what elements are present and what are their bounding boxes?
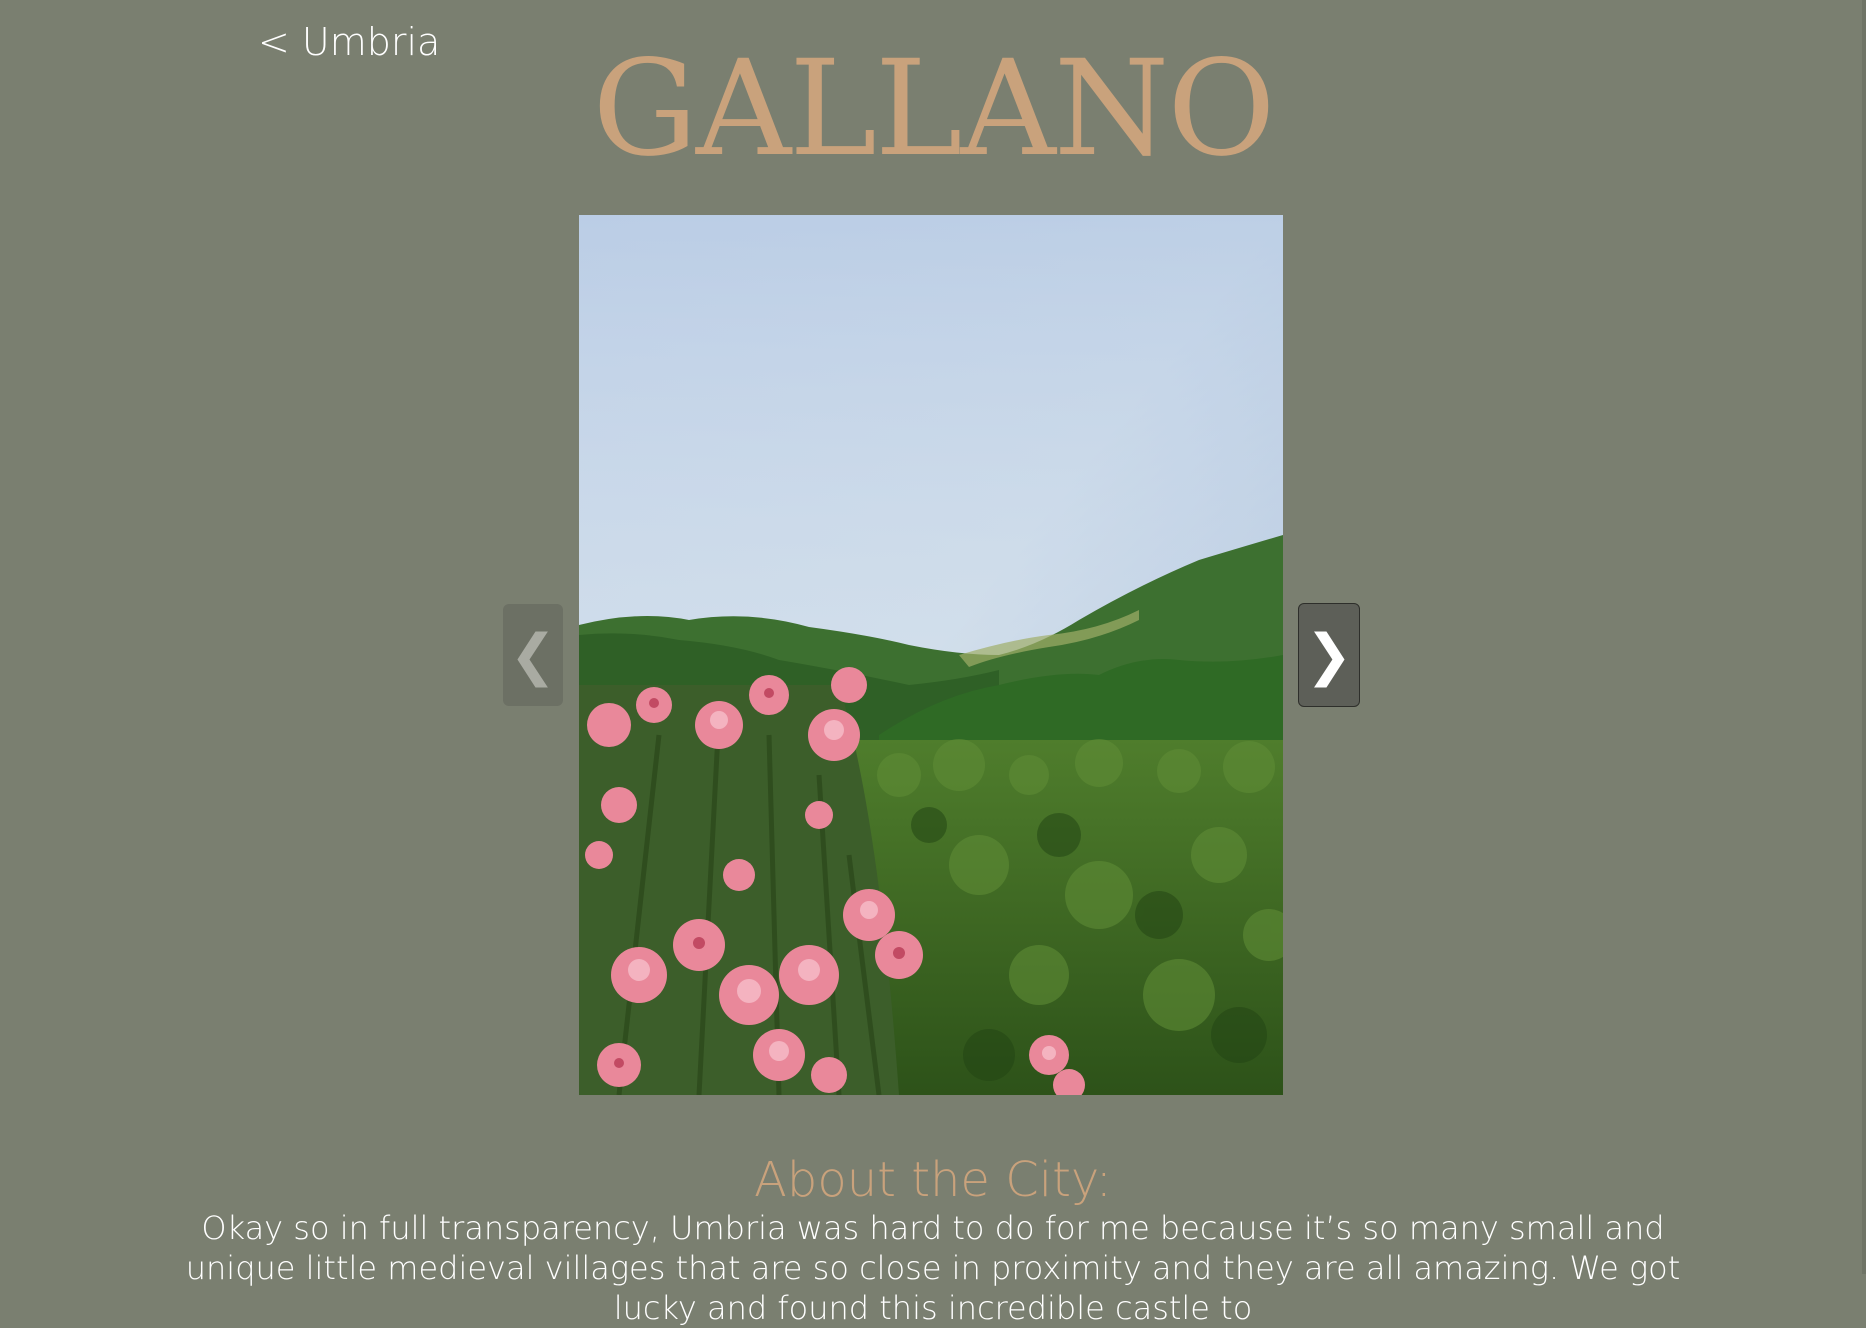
gallery-photo bbox=[579, 215, 1283, 1095]
next-slide-button[interactable]: ❯ bbox=[1298, 603, 1360, 707]
chevron-right-icon: ❯ bbox=[1305, 622, 1353, 688]
about-text: Okay so in full transparency, Umbria was… bbox=[185, 1209, 1681, 1327]
chevron-left-icon: ❮ bbox=[509, 622, 557, 688]
page-title: GALLANO bbox=[592, 32, 1275, 186]
previous-slide-button[interactable]: ❮ bbox=[503, 604, 563, 706]
photo-gallery bbox=[579, 215, 1283, 1095]
scrollbar-track[interactable] bbox=[1862, 0, 1866, 1274]
about-heading: About the City: bbox=[754, 1152, 1112, 1208]
